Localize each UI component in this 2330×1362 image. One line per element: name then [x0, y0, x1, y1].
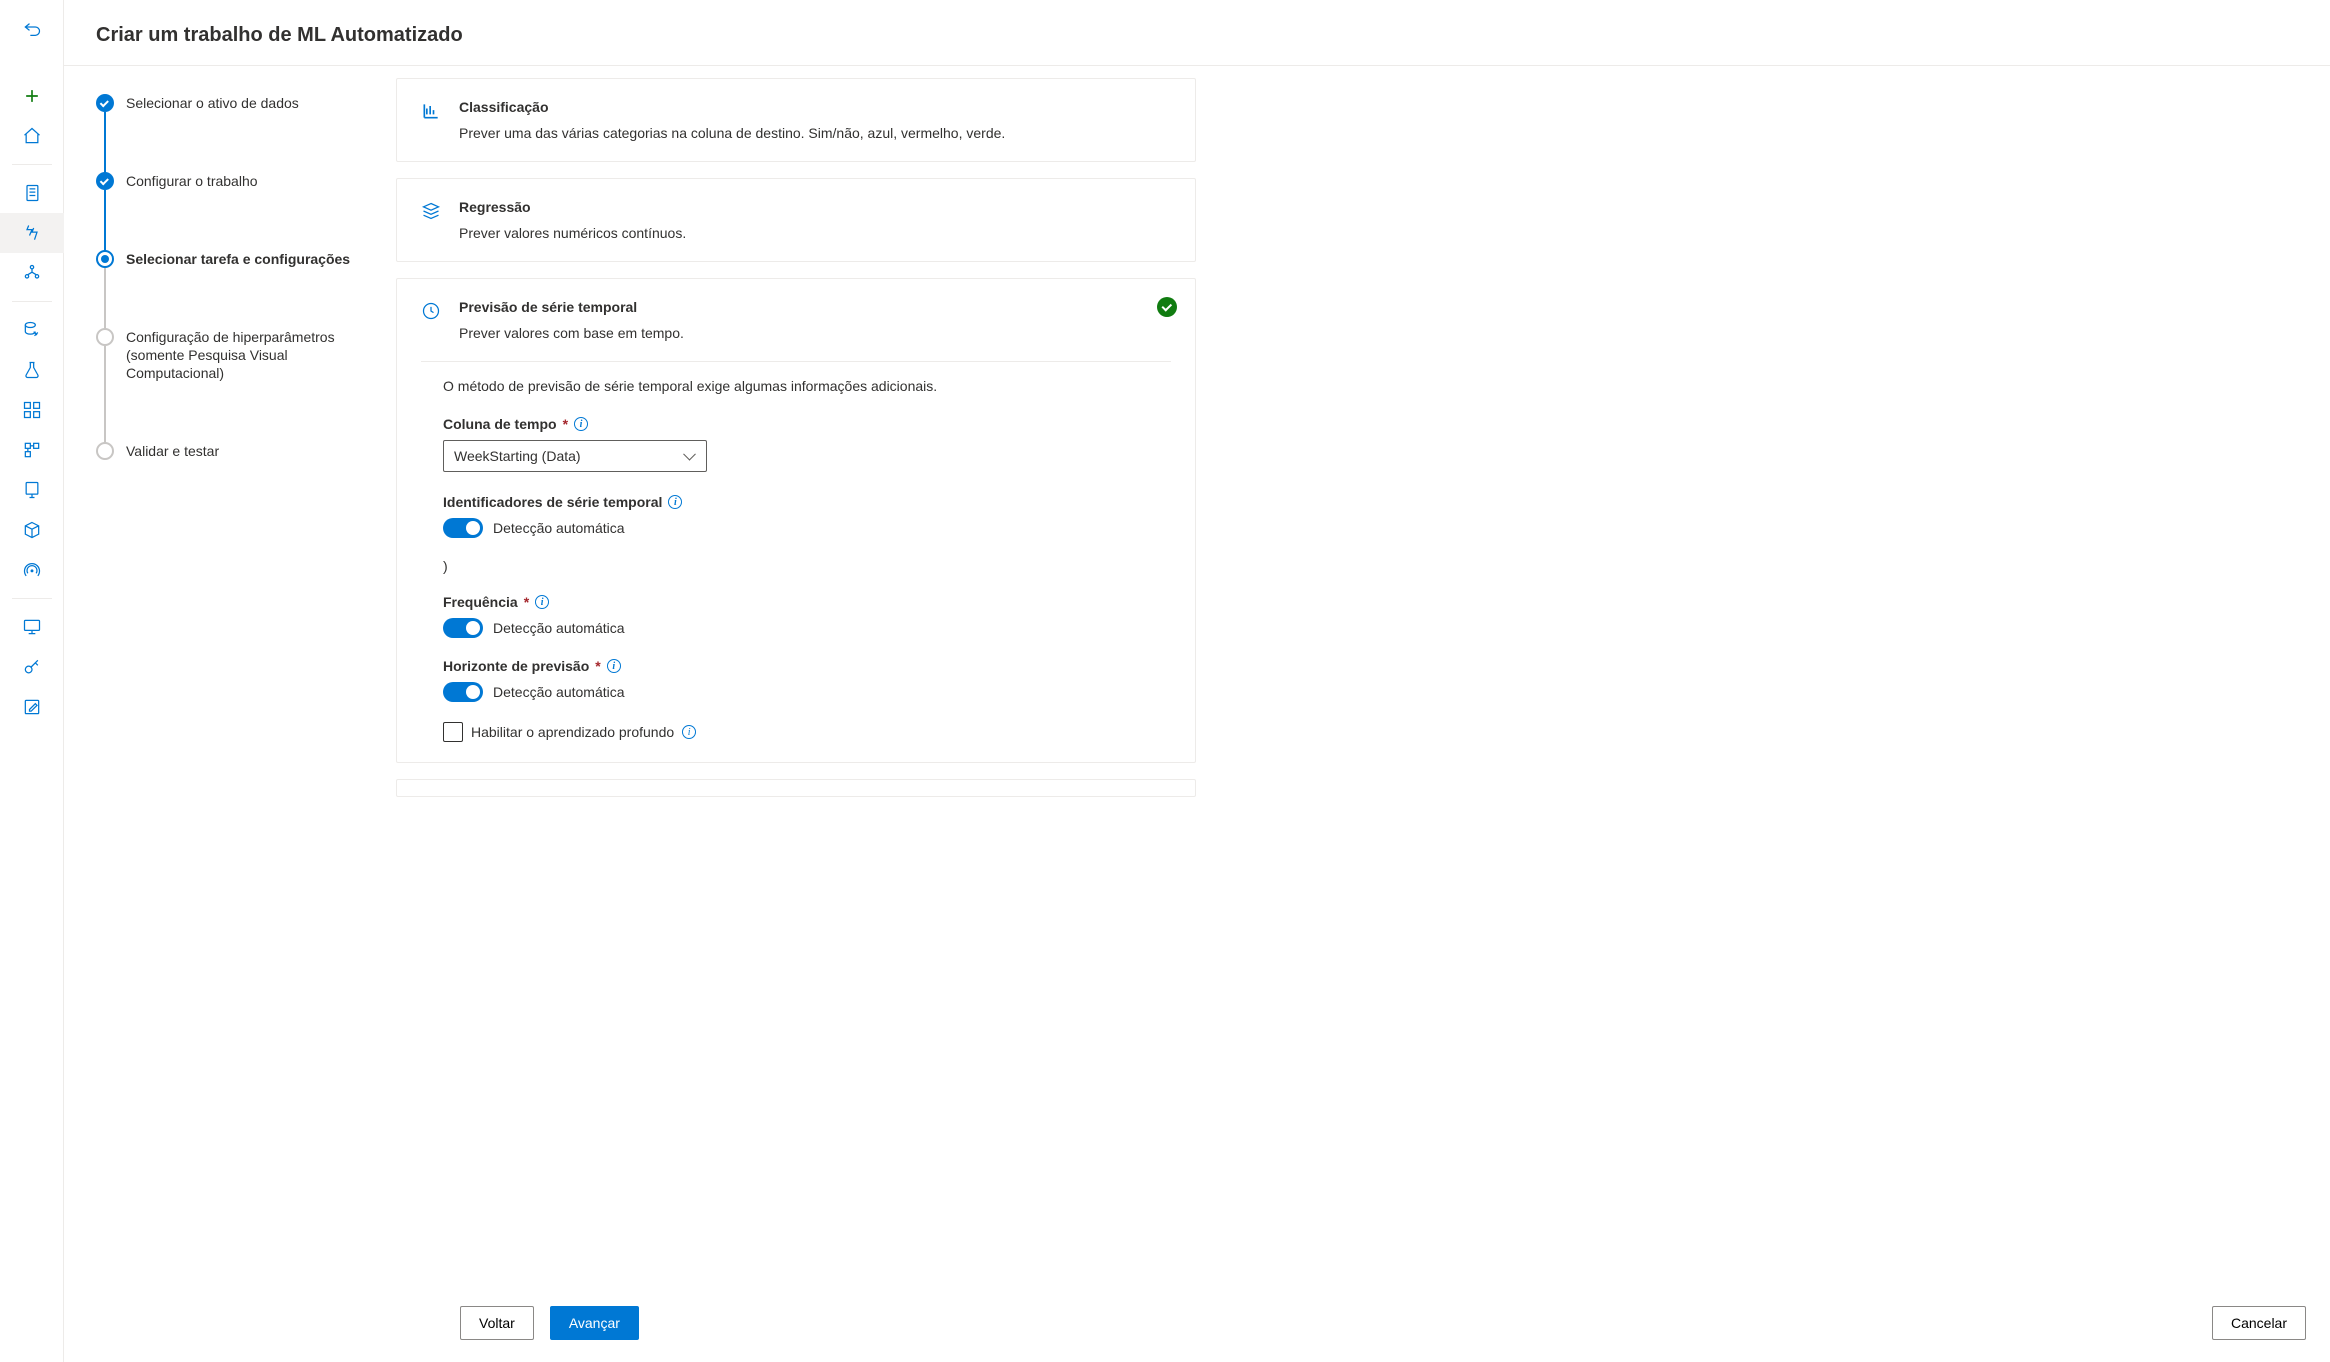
task-desc: Prever valores com base em tempo. — [459, 325, 1171, 341]
toggle-label: Detecção automática — [493, 684, 625, 700]
back-button[interactable]: Voltar — [460, 1306, 534, 1340]
time-column-dropdown[interactable]: WeekStarting (Data) — [443, 440, 707, 472]
cancel-button[interactable]: Cancelar — [2212, 1306, 2306, 1340]
rail-jobs[interactable] — [0, 430, 64, 470]
series-id-toggle[interactable] — [443, 518, 483, 538]
step-label[interactable]: Selecionar tarefa e configurações — [126, 250, 350, 328]
step-indicator-done-icon — [96, 172, 114, 190]
info-icon[interactable]: i — [668, 495, 682, 509]
task-card-regression[interactable]: Regressão Prever valores numéricos contí… — [396, 178, 1196, 262]
rail-key[interactable] — [0, 647, 64, 687]
step-label[interactable]: Configurar o trabalho — [126, 172, 258, 250]
page-title: Criar um trabalho de ML Automatizado — [96, 24, 2298, 47]
step-indicator-done-icon — [96, 94, 114, 112]
toggle-label: Detecção automática — [493, 520, 625, 536]
step-indicator-pending-icon — [96, 328, 114, 346]
step-label[interactable]: Validar e testar — [126, 442, 219, 460]
info-icon[interactable]: i — [535, 595, 549, 609]
rail-compute[interactable] — [0, 470, 64, 510]
task-title: Previsão de série temporal — [459, 299, 1171, 315]
left-nav-rail — [0, 0, 64, 1362]
step-indicator-pending-icon — [96, 442, 114, 460]
rail-data[interactable] — [0, 310, 64, 350]
rail-automl[interactable] — [0, 213, 64, 253]
step-label[interactable]: Selecionar o ativo de dados — [126, 94, 299, 172]
task-desc: Prever uma das várias categorias na colu… — [459, 125, 1171, 141]
deep-learning-checkbox[interactable] — [443, 722, 463, 742]
frequency-toggle[interactable] — [443, 618, 483, 638]
next-button[interactable]: Avançar — [550, 1306, 639, 1340]
horizon-label: Horizonte de previsão * i — [443, 658, 1171, 674]
toggle-label: Detecção automática — [493, 620, 625, 636]
next-section-placeholder — [396, 779, 1196, 797]
page-header: Criar um trabalho de ML Automatizado — [64, 0, 2330, 66]
wizard-footer: Voltar Avançar Cancelar — [64, 1291, 2330, 1362]
rail-experiments[interactable] — [0, 350, 64, 390]
task-desc: Prever valores numéricos contínuos. — [459, 225, 1171, 241]
clock-icon — [421, 301, 441, 321]
timeseries-intro: O método de previsão de série temporal e… — [443, 378, 1171, 394]
frequency-label: Frequência * i — [443, 594, 1171, 610]
layers-icon — [421, 201, 441, 221]
rail-home[interactable] — [0, 116, 64, 156]
content-area: Classificação Prever uma das várias cate… — [372, 66, 2330, 1291]
horizon-toggle[interactable] — [443, 682, 483, 702]
rail-endpoints[interactable] — [0, 550, 64, 590]
bar-chart-icon — [421, 101, 441, 121]
rail-notebooks[interactable] — [0, 173, 64, 213]
task-title: Classificação — [459, 99, 1171, 115]
rail-monitor[interactable] — [0, 607, 64, 647]
rail-designer[interactable] — [0, 253, 64, 293]
info-icon[interactable]: i — [607, 659, 621, 673]
series-id-label: Identificadores de série temporal i — [443, 494, 1171, 510]
task-card-classification[interactable]: Classificação Prever uma das várias cate… — [396, 78, 1196, 162]
wizard-stepper: Selecionar o ativo de dados Configurar o… — [64, 66, 372, 1291]
rail-pipelines[interactable] — [0, 390, 64, 430]
stray-text: ) — [443, 558, 1171, 574]
info-icon[interactable]: i — [574, 417, 588, 431]
rail-edit[interactable] — [0, 687, 64, 727]
rail-models[interactable] — [0, 510, 64, 550]
rail-add[interactable] — [0, 76, 64, 116]
time-column-label: Coluna de tempo * i — [443, 416, 1171, 432]
selected-check-icon — [1157, 297, 1177, 317]
task-title: Regressão — [459, 199, 1171, 215]
task-card-timeseries[interactable]: Previsão de série temporal Prever valore… — [396, 278, 1196, 763]
info-icon[interactable]: i — [682, 725, 696, 739]
step-indicator-current-icon — [96, 250, 114, 268]
rail-back[interactable] — [0, 12, 64, 52]
deep-learning-label: Habilitar o aprendizado profundo — [471, 724, 674, 740]
step-label[interactable]: Configuração de hiperparâmetros (somente… — [126, 328, 352, 442]
